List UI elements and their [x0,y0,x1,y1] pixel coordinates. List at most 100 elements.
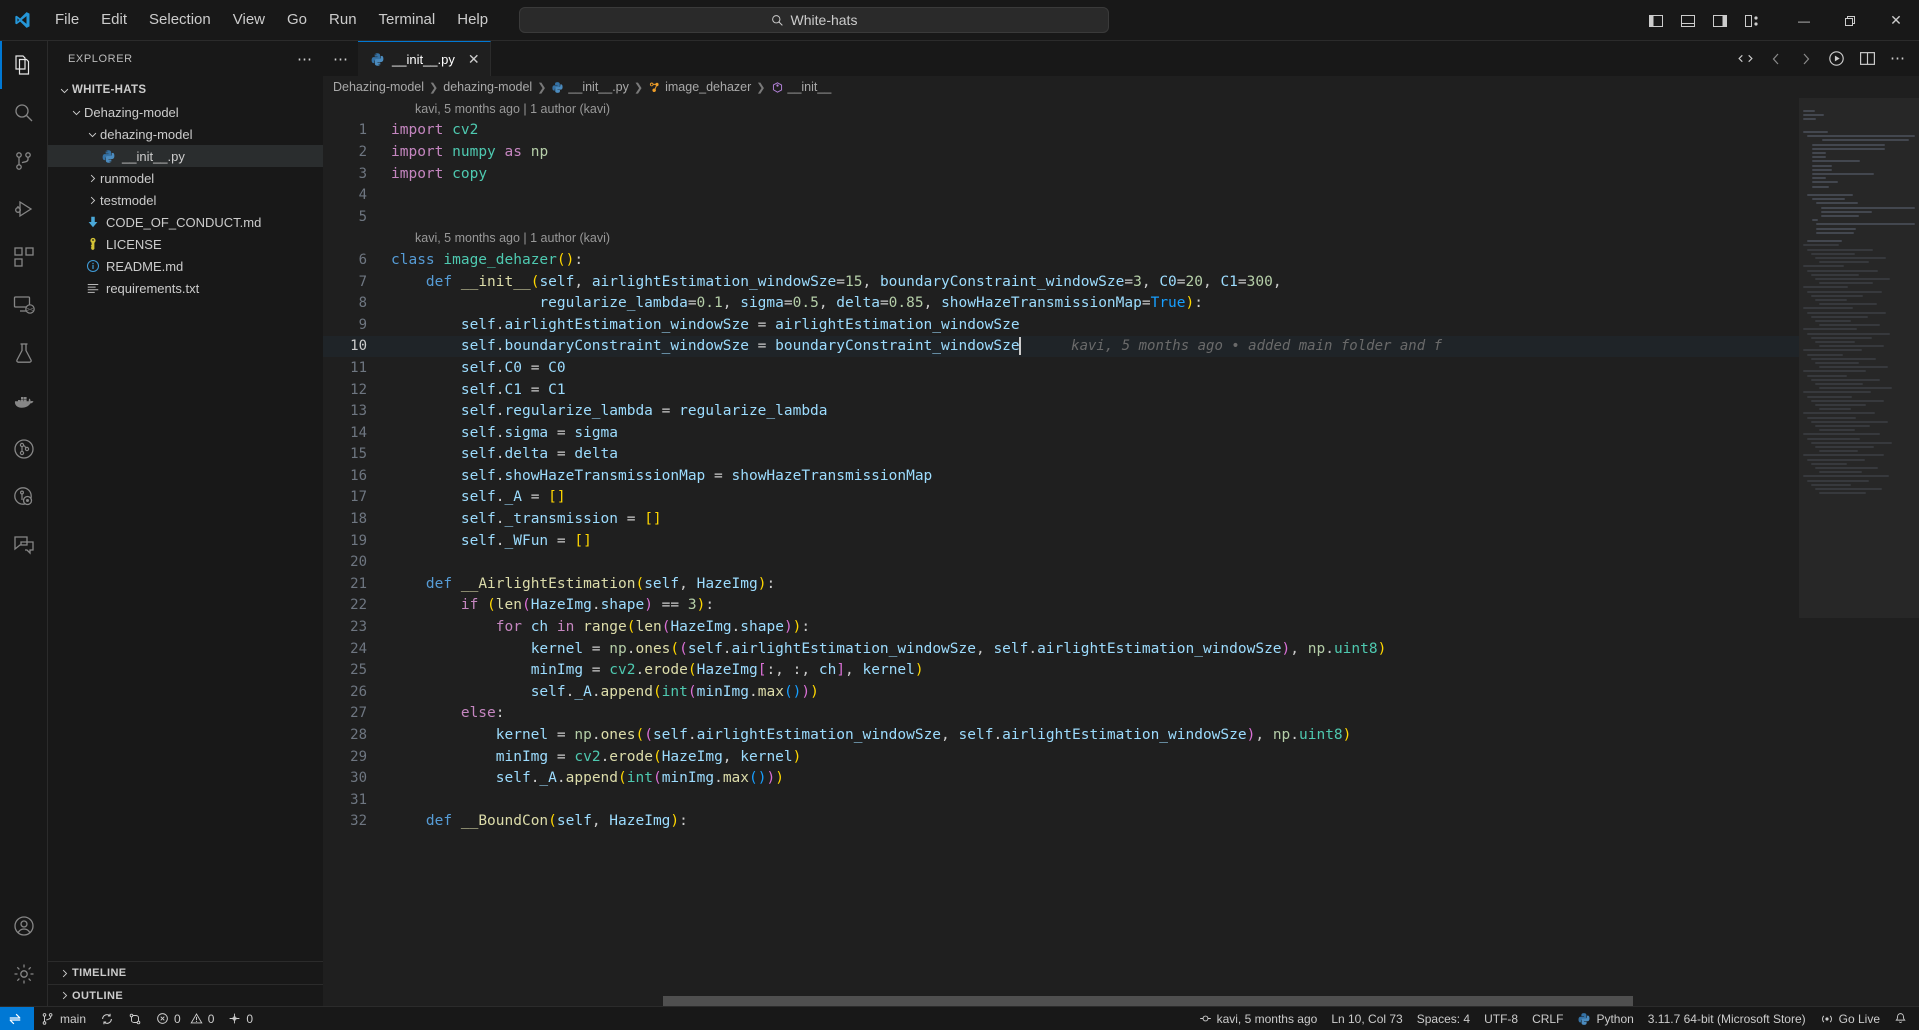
breadcrumb-item-init-method[interactable]: __init__ [771,80,831,94]
toggle-primary-sidebar-icon[interactable] [1645,10,1667,32]
code-line[interactable]: 16 self.showHazeTransmissionMap = showHa… [323,465,1799,487]
activitybar-item-search[interactable] [0,89,48,137]
status-eol[interactable]: CRLF [1525,1007,1570,1030]
code-line[interactable]: 17 self._A = [] [323,487,1799,509]
editor-tab-init-py[interactable]: __init__.py ✕ [358,41,491,76]
code-line[interactable]: 12 self.C1 = C1 [323,379,1799,401]
editor-scrollbar[interactable] [1905,98,1919,1006]
code-line[interactable]: 1 import cv2 [323,120,1799,142]
code-line[interactable]: 31 [323,789,1799,811]
minimap-slider[interactable] [1799,98,1919,618]
sidebar-more-actions-icon[interactable]: ⋯ [297,50,313,68]
customize-layout-icon[interactable] [1741,10,1763,32]
code-line[interactable]: 9 self.airlightEstimation_windowSze = ai… [323,314,1799,336]
tree-item-runmodel[interactable]: runmodel [48,167,323,189]
tree-item-readme[interactable]: README.md [48,255,323,277]
status-go-live[interactable]: Go Live [1813,1007,1887,1030]
code-line[interactable]: 15 self.delta = delta [323,444,1799,466]
activitybar-item-remote-explorer[interactable]: >< [0,281,48,329]
minimize-button[interactable]: — [1781,0,1827,41]
status-language-mode[interactable]: Python [1570,1007,1640,1030]
horizontal-scrollbar[interactable] [323,996,1799,1006]
minimap[interactable] [1799,98,1919,1006]
menu-edit[interactable]: Edit [90,6,138,34]
code-line[interactable]: 3 import copy [323,163,1799,185]
tree-item-requirements[interactable]: requirements.txt [48,277,323,299]
status-remote-indicator[interactable] [0,1006,34,1030]
status-git-blame[interactable]: kavi, 5 months ago [1192,1007,1325,1030]
status-indentation[interactable]: Spaces: 4 [1410,1007,1477,1030]
codelens-class[interactable]: kavi, 5 months ago | 1 author (kavi) [323,228,1799,250]
close-button[interactable]: ✕ [1873,0,1919,41]
breadcrumb-item-init-py[interactable]: __init__.py [551,80,629,94]
code-line[interactable]: 4 [323,184,1799,206]
status-encoding[interactable]: UTF-8 [1477,1007,1525,1030]
menu-go[interactable]: Go [276,6,318,34]
status-interpreter[interactable]: 3.11.7 64-bit (Microsoft Store) [1641,1007,1813,1030]
breadcrumb-item-dehazing-model-inner[interactable]: dehazing-model [443,80,532,94]
code-line[interactable]: 23 for ch in range(len(HazeImg.shape)): [323,616,1799,638]
code-area[interactable]: kavi, 5 months ago | 1 author (kavi) 1 im… [323,98,1799,1006]
activitybar-item-gitlens[interactable] [0,425,48,473]
code-line[interactable]: 24 kernel = np.ones((self.airlightEstima… [323,638,1799,660]
status-git-compare[interactable] [121,1007,149,1030]
code-line[interactable]: 18 self._transmission = [] [323,508,1799,530]
activitybar-item-accounts[interactable] [0,902,48,950]
menu-view[interactable]: View [222,6,276,34]
tree-item-dehazing-model-inner[interactable]: dehazing-model [48,123,323,145]
tree-item-init-py[interactable]: __init__.py [48,145,323,167]
code-line[interactable]: 29 minImg = cv2.erode(HazeImg, kernel) [323,746,1799,768]
activitybar-item-docker[interactable] [0,377,48,425]
split-editor-down-icon[interactable] [1737,50,1754,67]
menu-selection[interactable]: Selection [138,6,222,34]
toggle-panel-icon[interactable] [1677,10,1699,32]
run-python-file-icon[interactable] [1828,50,1845,67]
code-line[interactable]: 8 regularize_lambda=0.1, sigma=0.5, delt… [323,292,1799,314]
code-line[interactable]: 27 else: [323,703,1799,725]
sidebar-section-outline[interactable]: OUTLINE [48,984,323,1006]
code-line[interactable]: 22 if (len(HazeImg.shape) == 3): [323,595,1799,617]
tree-item-code-of-conduct[interactable]: CODE_OF_CONDUCT.md [48,211,323,233]
code-line[interactable]: 19 self._WFun = [] [323,530,1799,552]
status-ports[interactable]: 0 [221,1007,260,1030]
activitybar-item-settings[interactable] [0,950,48,998]
more-actions-icon[interactable]: ⋯ [1890,51,1905,66]
tabs-more-actions-icon[interactable]: ⋯ [323,41,358,76]
activitybar-item-explorer[interactable] [0,41,48,89]
status-sync[interactable] [93,1007,121,1030]
breadcrumb-item-dehazing-model-outer[interactable]: Dehazing-model [333,80,424,94]
codelens-top[interactable]: kavi, 5 months ago | 1 author (kavi) [323,98,1799,120]
tree-root-white-hats[interactable]: WHITE-HATS [48,79,323,101]
menu-terminal[interactable]: Terminal [368,6,447,34]
code-line[interactable]: 10 self.boundaryConstraint_windowSze = b… [323,335,1799,358]
sidebar-section-timeline[interactable]: TIMELINE [48,962,323,984]
close-icon[interactable]: ✕ [468,52,480,66]
code-line[interactable]: 26 self._A.append(int(minImg.max())) [323,681,1799,703]
menu-file[interactable]: File [44,6,90,34]
command-center-search[interactable]: White-hats [519,7,1109,33]
code-line[interactable]: 14 self.sigma = sigma [323,422,1799,444]
activitybar-item-source-control[interactable] [0,137,48,185]
go-back-icon[interactable] [1768,51,1784,67]
code-line[interactable]: 25 minImg = cv2.erode(HazeImg[:, :, ch],… [323,659,1799,681]
code-line[interactable]: 21 def __AirlightEstimation(self, HazeIm… [323,573,1799,595]
activitybar-item-testing[interactable] [0,329,48,377]
menu-help[interactable]: Help [446,6,499,34]
status-branch[interactable]: main [34,1007,93,1030]
code-line[interactable]: 20 [323,551,1799,573]
maximize-button[interactable] [1827,0,1873,41]
status-problems[interactable]: 0 0 [149,1007,221,1030]
activitybar-item-run-and-debug[interactable] [0,185,48,233]
menu-run[interactable]: Run [318,6,368,34]
activitybar-item-chat[interactable] [0,521,48,569]
horizontal-scrollbar-thumb[interactable] [663,996,1633,1006]
code-line[interactable]: 7 def __init__(self, airlightEstimation_… [323,271,1799,293]
status-cursor-position[interactable]: Ln 10, Col 73 [1324,1007,1409,1030]
code-line[interactable]: 32 def __BoundCon(self, HazeImg): [323,811,1799,833]
split-editor-right-icon[interactable] [1859,50,1876,67]
go-forward-icon[interactable] [1798,51,1814,67]
breadcrumb-item-image-dehazer[interactable]: image_dehazer [648,80,751,94]
code-line[interactable]: 13 self.regularize_lambda = regularize_l… [323,400,1799,422]
status-notifications[interactable] [1887,1007,1919,1030]
activitybar-item-gitlens-inspect[interactable] [0,473,48,521]
